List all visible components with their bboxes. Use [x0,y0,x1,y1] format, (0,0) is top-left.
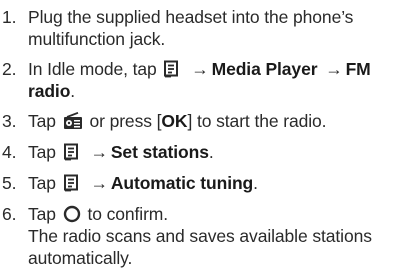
step-text-after: to confirm. [87,204,169,224]
step-text: Plug the supplied headset into the phone… [28,7,354,49]
step-note: The radio scans and saves available stat… [28,226,372,268]
step-number: 3. [2,111,17,131]
step-text-before: Tap [28,111,56,131]
radio-icon [63,112,83,130]
ok-key: OK [161,111,188,131]
menu-icon [163,60,181,78]
step-5: 5. Tap → Automatic tuning. [0,172,407,194]
menu-icon [63,174,81,192]
step-text-after: . [70,81,76,101]
step-number: 5. [2,173,17,193]
step-2: 2. In Idle mode, tap → Media Player → FM r… [0,58,407,102]
menu-target-media-player: Media Player [211,59,318,79]
step-number: 2. [2,59,17,79]
step-text-before: In Idle mode, tap [28,59,157,79]
step-number: 1. [2,7,17,27]
arrow: → [325,59,343,79]
step-text-after: . [253,173,258,193]
instruction-steps: 1. Plug the supplied headset into the ph… [0,6,407,269]
step-4: 4. Tap → Set stations. [0,141,407,163]
step-3: 3. Tap or press [OK] to start the radio. [0,110,407,132]
confirm-circle-icon [63,205,81,223]
step-text-middle: or press [ [89,111,162,131]
step-6: 6. Tap to confirm. The radio scans and s… [0,203,407,269]
arrow: → [90,142,108,162]
arrow: → [191,59,209,79]
step-1: 1. Plug the supplied headset into the ph… [0,6,407,50]
arrow: → [90,173,108,193]
step-text-after: ] to start the radio. [187,111,327,131]
step-text-before: Tap [28,142,56,162]
menu-target-automatic-tuning: Automatic tuning [110,173,254,193]
menu-icon [63,143,81,161]
step-text-after: . [208,142,214,162]
step-text-before: Tap [28,173,56,193]
step-number: 6. [2,204,17,224]
step-text-before: Tap [28,204,56,224]
menu-target-set-stations: Set stations [110,142,209,162]
step-number: 4. [2,142,17,162]
